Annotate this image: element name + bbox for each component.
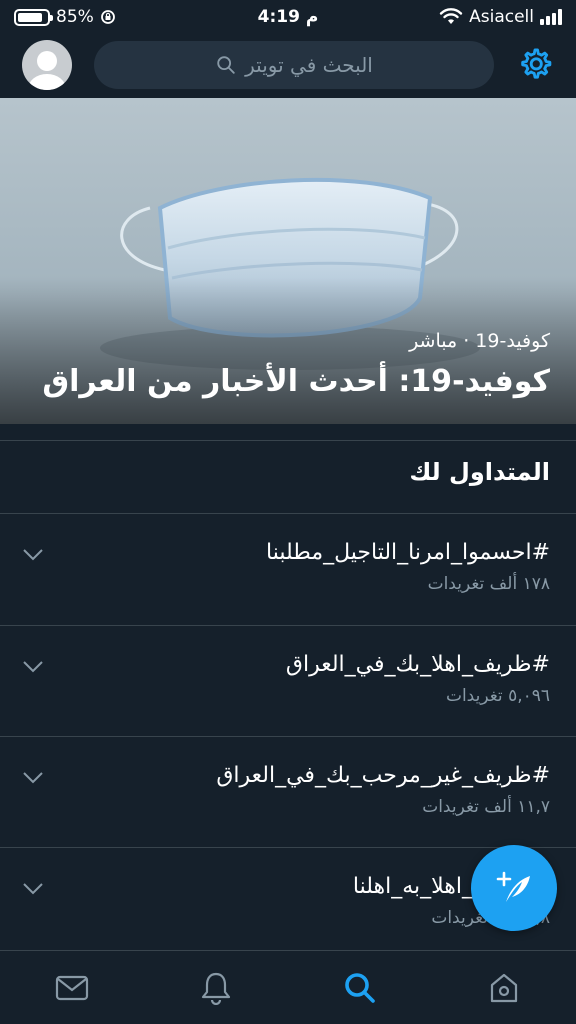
trends-section-title: المتداول لك	[409, 458, 550, 486]
tab-notifications[interactable]	[196, 968, 236, 1008]
chevron-down-icon[interactable]	[22, 882, 44, 896]
clock: 4:19 م	[257, 7, 319, 27]
trend-count: ٥,٠٩٦ تغريدات	[445, 686, 550, 706]
chevron-down-icon[interactable]	[22, 548, 44, 562]
trend-hashtag: #احسموا_امرنا_التاجيل_مطلبنا	[266, 540, 550, 565]
mail-icon	[55, 975, 89, 1000]
wifi-icon	[439, 8, 463, 24]
hero-title: كوفيد-19: أحدث الأخبار من العراق	[42, 364, 550, 399]
compose-tweet-icon	[496, 871, 530, 902]
chevron-down-icon[interactable]	[22, 771, 44, 785]
tab-messages[interactable]	[52, 968, 92, 1008]
network-indicator: Asiacell	[439, 7, 562, 27]
home-icon	[490, 973, 518, 1002]
battery-percent: 85%	[56, 7, 94, 27]
gear-icon[interactable]	[516, 46, 554, 84]
hero-meta: كوفيد-19 · مباشر	[409, 330, 550, 352]
trend-hashtag: #ظريف_اهلا_بك_في_العراق	[285, 652, 550, 677]
tab-search[interactable]	[340, 968, 380, 1008]
rotation-lock-icon	[100, 10, 115, 24]
battery-indicator: 85%	[14, 7, 116, 27]
compose-tweet-button[interactable]	[471, 845, 557, 931]
search-icon	[217, 56, 235, 74]
trend-item[interactable]: #ظريف_غير_مرحب_بك_في_العراق ١١,٧ ألف تغر…	[0, 737, 576, 848]
divider	[0, 440, 576, 441]
search-icon	[345, 972, 375, 1003]
status-bar: 85% 4:19 م Asiacell	[0, 0, 576, 34]
chevron-down-icon[interactable]	[22, 660, 44, 674]
battery-icon	[14, 8, 53, 26]
search-input[interactable]: البحث في تويتر	[94, 41, 494, 89]
search-placeholder: البحث في تويتر	[245, 53, 373, 77]
bell-icon	[201, 972, 231, 1005]
news-hero-card[interactable]: كوفيد-19 · مباشر كوفيد-19: أحدث الأخبار …	[0, 98, 576, 424]
tab-home[interactable]	[484, 968, 524, 1008]
trend-hashtag: #ظريف_غير_مرحب_بك_في_العراق	[216, 763, 550, 788]
trend-count: ١٧٨ ألف تغريدات	[427, 574, 550, 594]
avatar[interactable]	[22, 40, 72, 90]
explore-header: البحث في تويتر	[0, 34, 576, 96]
trend-count: ١١,٧ ألف تغريدات	[422, 797, 550, 817]
signal-icon	[540, 9, 562, 25]
bottom-tab-bar	[0, 950, 576, 1024]
trend-item[interactable]: #ظريف_اهلا_بك_في_العراق ٥,٠٩٦ تغريدات	[0, 626, 576, 737]
trend-item[interactable]: #احسموا_امرنا_التاجيل_مطلبنا ١٧٨ ألف تغر…	[0, 514, 576, 625]
carrier-name: Asiacell	[469, 7, 534, 27]
